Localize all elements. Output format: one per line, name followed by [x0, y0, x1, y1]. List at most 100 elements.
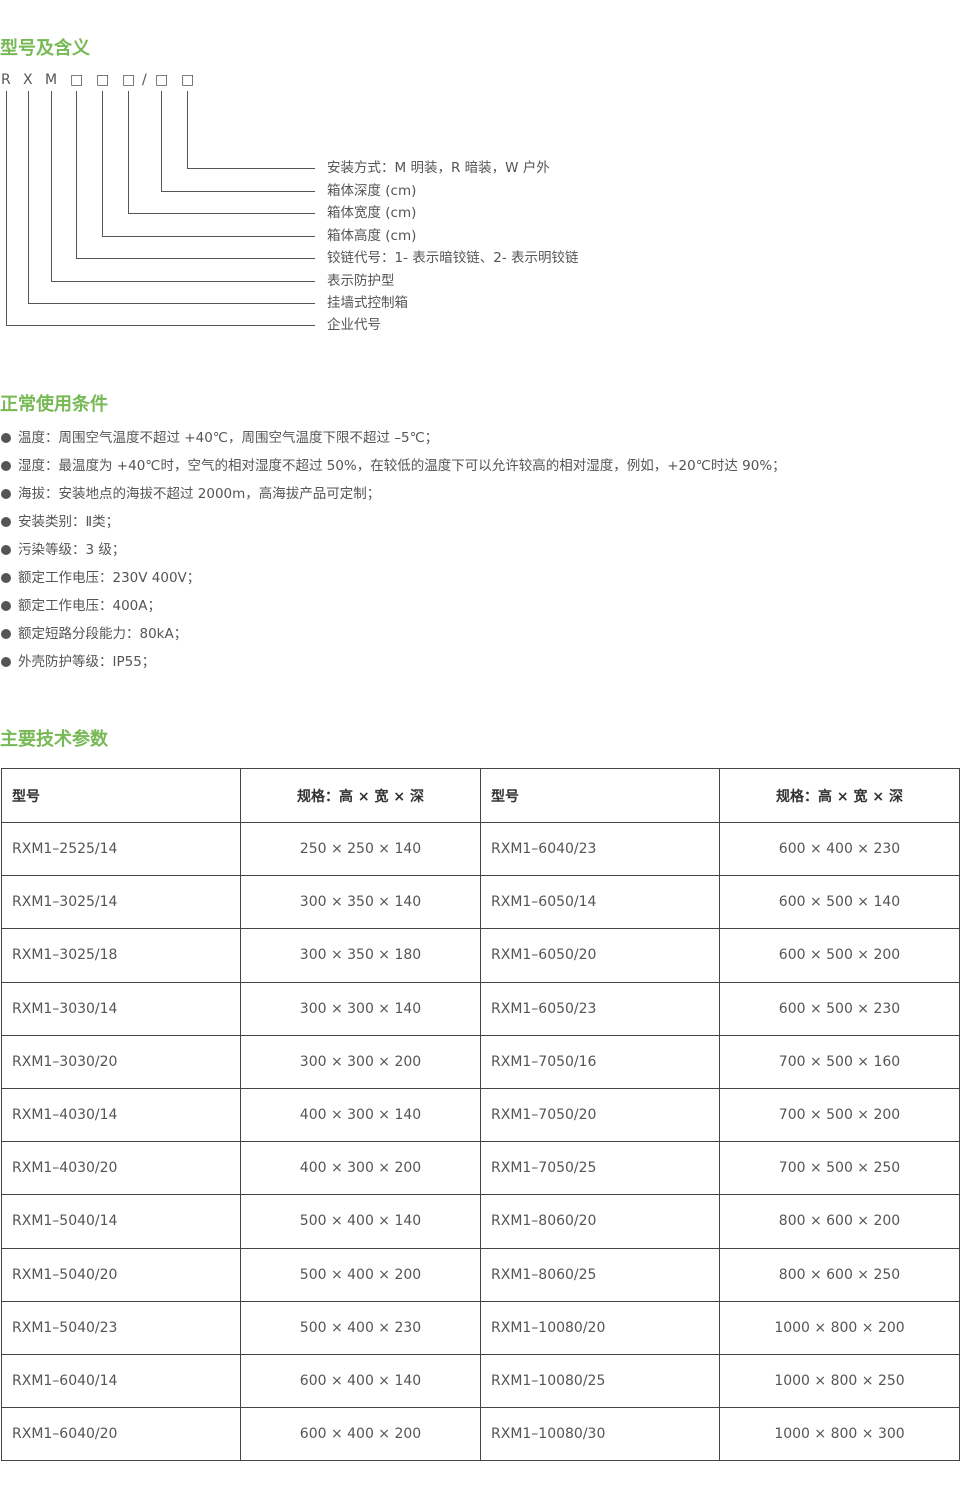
model-cell: RXM1–6040/14 [1, 1353, 241, 1409]
spec-cell: 600 × 500 × 200 [719, 928, 960, 983]
code-char-box-1: □ [70, 72, 84, 88]
spec-cell: 500 × 400 × 200 [240, 1247, 481, 1302]
spec-cell: 600 × 500 × 230 [719, 981, 960, 1036]
meaning-hinge-code: 铰链代号：1- 表示暗铰链、2- 表示明铰链 [327, 250, 579, 266]
spec-cell: 1000 × 800 × 250 [719, 1353, 960, 1409]
meaning-box-width: 箱体宽度 (cm) [327, 205, 417, 221]
model-cell: RXM1–7050/25 [480, 1141, 720, 1196]
bullet-icon [1, 517, 11, 527]
spec-cell: 600 × 400 × 230 [719, 821, 960, 877]
spec-cell: 300 × 350 × 140 [240, 875, 481, 930]
table-row: RXM1–6040/20 600 × 400 × 200 RXM1–10080/30… [1, 1407, 960, 1462]
model-cell: RXM1–10080/20 [480, 1300, 720, 1355]
model-cell: RXM1–8060/25 [480, 1247, 720, 1302]
model-cell: RXM1–3030/20 [1, 1034, 241, 1089]
section-title-conditions: 正常使用条件 [0, 394, 108, 415]
code-char-box-3: □ [122, 72, 136, 88]
model-cell: RXM1–3030/14 [1, 981, 241, 1036]
meaning-wall-mounted-box: 挂墙式控制箱 [327, 295, 408, 311]
condition-item: 海拔：安装地点的海拔不超过 2000m，高海拔产品可定制； [0, 484, 786, 512]
bullet-icon [1, 433, 11, 443]
code-char-box-5: □ [181, 72, 195, 88]
meaning-protection-type: 表示防护型 [327, 273, 395, 289]
bullet-icon [1, 545, 11, 555]
spec-cell: 600 × 400 × 140 [240, 1353, 481, 1409]
model-cell: RXM1–4030/20 [1, 1141, 241, 1196]
table-row: RXM1–2525/14 250 × 250 × 140 RXM1–6040/23 6… [1, 821, 960, 877]
spec-cell: 400 × 300 × 200 [240, 1141, 481, 1196]
condition-item: 湿度：最温度为 +40℃时，空气的相对湿度不超过 50%，在较低的温度下可以允许… [0, 456, 786, 484]
spec-cell: 500 × 400 × 140 [240, 1194, 481, 1249]
table-row: RXM1–3030/14 300 × 300 × 140 RXM1–6050/23 6… [1, 981, 960, 1036]
code-char-box-2: □ [96, 72, 110, 88]
model-cell: RXM1–4030/14 [1, 1087, 241, 1143]
model-cell: RXM1–5040/23 [1, 1300, 241, 1355]
spec-cell: 300 × 300 × 200 [240, 1034, 481, 1089]
spec-cell: 300 × 350 × 180 [240, 928, 481, 983]
code-char-r: R [1, 72, 11, 88]
model-cell: RXM1–8060/20 [480, 1194, 720, 1249]
code-char-slash: / [142, 72, 147, 88]
spec-cell: 500 × 400 × 230 [240, 1300, 481, 1355]
model-cell: RXM1–2525/14 [1, 821, 241, 877]
model-cell: RXM1–6050/14 [480, 875, 720, 930]
model-cell: RXM1–3025/14 [1, 875, 241, 930]
section-title-params: 主要技术参数 [0, 729, 108, 750]
model-cell: RXM1–10080/25 [480, 1353, 720, 1409]
table-row: RXM1–6040/14 600 × 400 × 140 RXM1–10080/25… [1, 1353, 960, 1409]
code-char-box-4: □ [155, 72, 169, 88]
condition-item: 温度：周围空气温度不超过 +40℃，周围空气温度下限不超过 –5℃； [0, 428, 786, 456]
model-cell: RXM1–5040/20 [1, 1247, 241, 1302]
table-row: RXM1–4030/20 400 × 300 × 200 RXM1–7050/25 7… [1, 1141, 960, 1196]
meaning-install-method: 安装方式：M 明装，R 暗装，W 户外 [327, 160, 550, 176]
spec-cell: 1000 × 800 × 300 [719, 1407, 960, 1462]
header-model-1: 型号 [1, 768, 241, 823]
bullet-icon [1, 461, 11, 471]
table-row: RXM1–3025/18 300 × 350 × 180 RXM1–6050/20 6… [1, 928, 960, 983]
condition-item: 污染等级：3 级； [0, 540, 786, 568]
model-cell: RXM1–7050/20 [480, 1087, 720, 1143]
spec-cell: 700 × 500 × 160 [719, 1034, 960, 1089]
code-char-x: X [23, 72, 33, 88]
code-char-m: M [45, 72, 58, 88]
meaning-box-height: 箱体高度 (cm) [327, 228, 417, 244]
meaning-box-depth: 箱体深度 (cm) [327, 183, 417, 199]
condition-item: 安装类别：Ⅱ类； [0, 512, 786, 540]
bullet-icon [1, 489, 11, 499]
spec-cell: 250 × 250 × 140 [240, 821, 481, 877]
spec-cell: 800 × 600 × 250 [719, 1247, 960, 1302]
table-header-row: 型号 规格：高 × 宽 × 深 型号 规格：高 × 宽 × 深 [1, 768, 960, 823]
table-row: RXM1–3030/20 300 × 300 × 200 RXM1–7050/16 7… [1, 1034, 960, 1089]
table-row: RXM1–3025/14 300 × 350 × 140 RXM1–6050/14 6… [1, 875, 960, 930]
table-row: RXM1–4030/14 400 × 300 × 140 RXM1–7050/20 7… [1, 1087, 960, 1143]
table-row: RXM1–5040/14 500 × 400 × 140 RXM1–8060/20 8… [1, 1194, 960, 1249]
model-cell: RXM1–7050/16 [480, 1034, 720, 1089]
spec-cell: 400 × 300 × 140 [240, 1087, 481, 1143]
spec-cell: 700 × 500 × 200 [719, 1087, 960, 1143]
bullet-icon [1, 601, 11, 611]
condition-item: 额定工作电压：400A； [0, 596, 786, 624]
table-body: RXM1–2525/14 250 × 250 × 140 RXM1–6040/23 6… [1, 821, 960, 1462]
header-spec-2: 规格：高 × 宽 × 深 [719, 768, 960, 823]
condition-item: 外壳防护等级：IP55； [0, 652, 786, 680]
spec-cell: 700 × 500 × 250 [719, 1141, 960, 1196]
conditions-list: 温度：周围空气温度不超过 +40℃，周围空气温度下限不超过 –5℃； 湿度：最温… [0, 428, 786, 680]
meaning-company-code: 企业代号 [327, 317, 381, 333]
bullet-icon [1, 629, 11, 639]
model-cell: RXM1–5040/14 [1, 1194, 241, 1249]
spec-cell: 600 × 500 × 140 [719, 875, 960, 930]
model-code-diagram: R X M □ □ □ / □ □ 安装方式：M 明装，R 暗装，W 户外 箱体… [0, 0, 620, 350]
model-cell: RXM1–6040/20 [1, 1407, 241, 1462]
header-spec-1: 规格：高 × 宽 × 深 [240, 768, 481, 823]
table-row: RXM1–5040/20 500 × 400 × 200 RXM1–8060/25 8… [1, 1247, 960, 1302]
spec-cell: 1000 × 800 × 200 [719, 1300, 960, 1355]
spec-cell: 800 × 600 × 200 [719, 1194, 960, 1249]
model-cell: RXM1–6040/23 [480, 821, 720, 877]
model-cell: RXM1–6050/20 [480, 928, 720, 983]
spec-cell: 300 × 300 × 140 [240, 981, 481, 1036]
spec-cell: 600 × 400 × 200 [240, 1407, 481, 1462]
spec-table: 型号 规格：高 × 宽 × 深 型号 规格：高 × 宽 × 深 RXM1–252… [1, 768, 960, 1462]
condition-item: 额定短路分段能力：80kA； [0, 624, 786, 652]
bullet-icon [1, 657, 11, 667]
model-cell: RXM1–10080/30 [480, 1407, 720, 1462]
